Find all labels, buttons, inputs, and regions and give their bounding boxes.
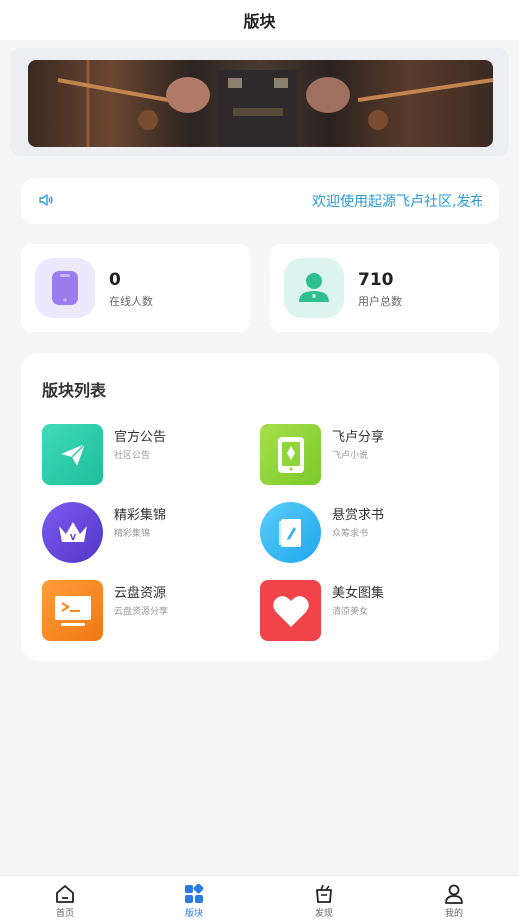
grid-icon: [184, 883, 204, 904]
svg-text:V: V: [69, 533, 76, 542]
page-title: 版块: [243, 12, 276, 31]
board-item-book-bounty[interactable]: 悬赏求书 众筹求书: [260, 502, 460, 564]
crown-icon: V: [42, 502, 103, 563]
board-item-name: 云盘资源: [114, 586, 167, 601]
total-users-label: 用户总数: [358, 295, 402, 308]
tab-discover[interactable]: 发现: [289, 876, 359, 923]
board-item-desc: 清凉美女: [332, 607, 369, 617]
tab-label: 发现: [314, 909, 333, 919]
board-item-desc: 众筹求书: [332, 529, 369, 539]
discover-icon: [314, 884, 334, 904]
terminal-icon: [42, 580, 103, 641]
notice-text: 欢迎使用起源飞卢社区,发布: [312, 194, 482, 210]
board-item-announcement[interactable]: 官方公告 社区公告: [42, 424, 242, 486]
tab-boards[interactable]: 版块: [159, 876, 229, 923]
board-list-card: 版块列表 官方公告 社区公告 飞卢分享 飞卢小说 V 精彩集锦 精彩集锦 悬赏求…: [21, 353, 499, 661]
user-icon: [284, 258, 344, 318]
top-bar: 版块: [0, 0, 519, 40]
total-users-count: 710: [358, 270, 394, 290]
board-item-beauty-gallery[interactable]: 美女图集 清凉美女: [260, 580, 460, 642]
online-count: 0: [109, 270, 121, 290]
tab-label: 我的: [444, 909, 463, 919]
tab-label: 版块: [184, 909, 203, 919]
speaker-icon: [38, 192, 54, 208]
board-item-desc: 飞卢小说: [332, 451, 369, 461]
board-item-name: 飞卢分享: [332, 430, 385, 445]
book-icon: [260, 502, 321, 563]
tab-label: 首页: [55, 909, 74, 919]
online-users-card: 0 在线人数: [21, 244, 250, 332]
board-item-name: 美女图集: [332, 586, 385, 601]
phone-icon: [35, 258, 95, 318]
tab-home[interactable]: 首页: [30, 876, 100, 923]
board-list-title: 版块列表: [42, 381, 107, 400]
home-icon: [55, 884, 75, 904]
online-label: 在线人数: [109, 295, 153, 308]
tablet-icon: [260, 424, 321, 485]
board-item-highlights[interactable]: V 精彩集锦 精彩集锦: [42, 502, 242, 564]
board-item-name: 官方公告: [114, 430, 167, 445]
heart-icon: [260, 580, 321, 641]
board-item-desc: 社区公告: [114, 451, 151, 461]
paper-plane-icon: [42, 424, 103, 485]
board-item-desc: 精彩集锦: [114, 529, 151, 539]
notice-bar[interactable]: 欢迎使用起源飞卢社区,发布: [21, 178, 499, 224]
board-item-feilu-share[interactable]: 飞卢分享 飞卢小说: [260, 424, 460, 486]
profile-icon: [444, 884, 464, 904]
board-item-desc: 云盘资源分享: [114, 607, 169, 617]
bottom-tab-bar: 首页 版块 发现 我的: [0, 875, 519, 923]
banner-image[interactable]: [28, 60, 493, 147]
banner-carousel[interactable]: [10, 48, 509, 156]
board-item-name: 精彩集锦: [114, 508, 167, 523]
board-item-cloud-resources[interactable]: 云盘资源 云盘资源分享: [42, 580, 242, 642]
total-users-card: 710 用户总数: [270, 244, 499, 332]
tab-mine[interactable]: 我的: [419, 876, 489, 923]
board-item-name: 悬赏求书: [332, 508, 385, 523]
